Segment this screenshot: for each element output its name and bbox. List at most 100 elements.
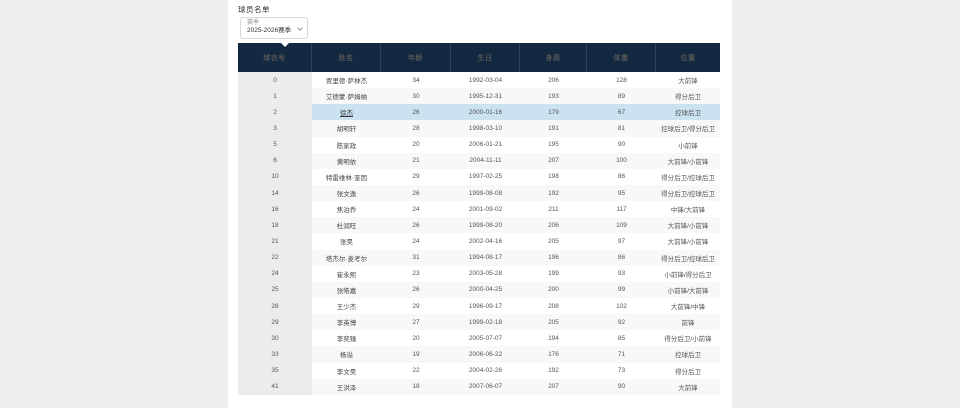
age-value: 28	[412, 125, 419, 132]
player-name-link[interactable]: 艾德蒙·萨姆纳	[326, 91, 367, 101]
name-cell[interactable]: 王少杰	[312, 298, 381, 314]
position-cell: 小前锋/大前锋	[656, 282, 720, 298]
table-row[interactable]: 16焦泊乔242001-09-02211117中锋/大前锋	[238, 201, 720, 217]
name-cell[interactable]: 黄明依	[312, 153, 381, 169]
jersey-cell: 35	[238, 363, 312, 379]
header-cell-weight: 体重	[587, 43, 656, 72]
season-dropdown[interactable]: 赛季 2025-2026赛季	[240, 17, 308, 39]
table-row[interactable]: 35李文昊222004-02-2619273得分后卫	[238, 363, 720, 379]
player-name-link[interactable]: 王洪泽	[337, 382, 357, 392]
name-cell[interactable]: 贾里德·萨林杰	[312, 72, 381, 88]
height-cell: 206	[520, 217, 587, 233]
table-row[interactable]: 25张皓嘉262000-04-2520099小前锋/大前锋	[238, 282, 720, 298]
birthday-cell: 2004-11-11	[451, 153, 520, 169]
player-name-link[interactable]: 特雷维林·奎因	[326, 172, 367, 182]
player-name-link[interactable]: 张皓嘉	[337, 285, 357, 295]
position-cell: 得分后卫/控球后卫	[656, 250, 720, 266]
name-cell[interactable]: 焦泊乔	[312, 201, 381, 217]
name-cell[interactable]: 胡明轩	[312, 120, 381, 136]
birthday-cell: 1999-08-20	[451, 217, 520, 233]
player-name-link[interactable]: 陈家政	[337, 140, 357, 150]
name-cell[interactable]: 张文逸	[312, 185, 381, 201]
name-cell[interactable]: 特雷维林·奎因	[312, 169, 381, 185]
birthday-cell: 1998-03-10	[451, 120, 520, 136]
birthday-cell: 1994-08-17	[451, 250, 520, 266]
table-row[interactable]: 41王洪泽182007-06-0720790大前锋	[238, 379, 720, 395]
name-cell[interactable]: 塔杰尔·麦考尔	[312, 250, 381, 266]
table-row[interactable]: 21张昊242002-04-1620597大前锋/小前锋	[238, 233, 720, 249]
jersey-cell: 18	[238, 217, 312, 233]
height-cell: 211	[520, 201, 587, 217]
weight-cell: 102	[587, 298, 656, 314]
player-name-link[interactable]: 杜润旺	[337, 220, 357, 230]
age-value: 26	[412, 286, 419, 293]
player-name-link[interactable]: 黄明依	[337, 156, 357, 166]
table-row[interactable]: 1艾德蒙·萨姆纳301995-12-3119389得分后卫	[238, 88, 720, 104]
jersey-cell: 0	[238, 72, 312, 88]
birthday-value: 1992-03-04	[469, 77, 502, 84]
name-cell[interactable]: 王洪泽	[312, 379, 381, 395]
name-cell[interactable]: 李英博	[312, 314, 381, 330]
age-value: 26	[412, 109, 419, 116]
name-cell[interactable]: 陈家政	[312, 137, 381, 153]
name-cell[interactable]: 张皓嘉	[312, 282, 381, 298]
player-name-link[interactable]: 崔永熙	[337, 269, 357, 279]
name-cell[interactable]: 徐杰	[312, 104, 381, 120]
height-value: 205	[548, 319, 559, 326]
height-cell: 208	[520, 298, 587, 314]
weight-value: 99	[618, 286, 625, 293]
birthday-value: 2000-04-25	[469, 286, 502, 293]
table-row[interactable]: 3胡明轩281998-03-1019181控球后卫/得分后卫	[238, 120, 720, 136]
name-cell[interactable]: 李文昊	[312, 363, 381, 379]
table-row[interactable]: 10特雷维林·奎因291997-02-2519886得分后卫/控球后卫	[238, 169, 720, 185]
birthday-value: 2000-01-16	[469, 109, 502, 116]
player-name-link[interactable]: 塔杰尔·麦考尔	[326, 253, 367, 263]
player-name-link[interactable]: 杨溢	[340, 349, 353, 359]
jersey-cell: 22	[238, 250, 312, 266]
table-row[interactable]: 29李英博271999-02-1820592前锋	[238, 314, 720, 330]
table-row[interactable]: 14张文逸261999-08-0819295得分后卫/控球后卫	[238, 185, 720, 201]
table-row[interactable]: 28王少杰291996-09-17208102大前锋/中锋	[238, 298, 720, 314]
table-row[interactable]: 24崔永熙232003-05-2819993小前锋/得分后卫	[238, 266, 720, 282]
age-cell: 24	[381, 233, 451, 249]
table-row[interactable]: 6黄明依212004-11-11207100大前锋/小前锋	[238, 153, 720, 169]
table-row[interactable]: 2徐杰262000-01-1617967控球后卫	[238, 104, 720, 120]
age-value: 34	[412, 77, 419, 84]
position-value: 大前锋/小前锋	[668, 156, 709, 166]
name-cell[interactable]: 杨溢	[312, 346, 381, 362]
player-name-link[interactable]: 李奕臻	[337, 333, 357, 343]
position-value: 大前锋	[678, 382, 698, 392]
player-name-link[interactable]: 李文昊	[337, 366, 357, 376]
jersey-cell: 16	[238, 201, 312, 217]
jersey-cell: 30	[238, 330, 312, 346]
jersey-value: 30	[271, 335, 278, 342]
weight-cell: 97	[587, 233, 656, 249]
name-cell[interactable]: 艾德蒙·萨姆纳	[312, 88, 381, 104]
player-name-link[interactable]: 张文逸	[337, 188, 357, 198]
weight-value: 86	[618, 173, 625, 180]
name-cell[interactable]: 杜润旺	[312, 217, 381, 233]
player-name-link[interactable]: 贾里德·萨林杰	[326, 75, 367, 85]
player-name-link[interactable]: 胡明轩	[337, 123, 357, 133]
table-row[interactable]: 0贾里德·萨林杰341992-03-04206128大前锋	[238, 72, 720, 88]
jersey-cell: 21	[238, 233, 312, 249]
name-cell[interactable]: 崔永熙	[312, 266, 381, 282]
table-row[interactable]: 33杨溢192006-06-2217671控球后卫	[238, 346, 720, 362]
weight-value: 93	[618, 270, 625, 277]
player-name-link[interactable]: 焦泊乔	[337, 204, 357, 214]
table-row[interactable]: 18杜润旺261999-08-20206109大前锋/小前锋	[238, 217, 720, 233]
position-value: 大前锋/小前锋	[668, 236, 709, 246]
player-name-link[interactable]: 徐杰	[340, 107, 353, 117]
player-name-link[interactable]: 王少杰	[337, 301, 357, 311]
player-name-link[interactable]: 李英博	[337, 317, 357, 327]
weight-value: 81	[618, 125, 625, 132]
name-cell[interactable]: 张昊	[312, 233, 381, 249]
jersey-value: 10	[271, 173, 278, 180]
height-value: 192	[548, 190, 559, 197]
name-cell[interactable]: 李奕臻	[312, 330, 381, 346]
jersey-value: 33	[271, 351, 278, 358]
table-row[interactable]: 5陈家政202006-01-2119590小前锋	[238, 137, 720, 153]
table-row[interactable]: 30李奕臻202005-07-0719485得分后卫/小前锋	[238, 330, 720, 346]
table-row[interactable]: 22塔杰尔·麦考尔311994-08-1719686得分后卫/控球后卫	[238, 250, 720, 266]
player-name-link[interactable]: 张昊	[340, 236, 353, 246]
